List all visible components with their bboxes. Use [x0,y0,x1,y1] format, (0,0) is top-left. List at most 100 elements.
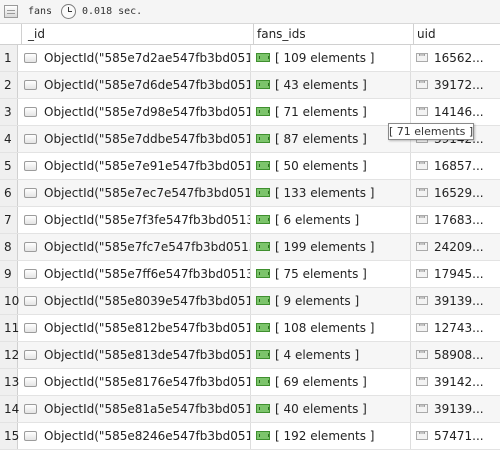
table-row[interactable]: 15 ObjectId("585e8246e547fb3bd05135... [ 1… [0,423,500,450]
cell-uid[interactable]: "" 17683... [413,207,500,233]
cell-id[interactable]: ObjectId("585e7f3fe547fb3bd051327... [21,207,251,233]
table-row[interactable]: 11 ObjectId("585e812be547fb3bd05133... [ 1… [0,315,500,342]
cell-uid-text: 17945... [434,267,484,281]
table-icon [4,5,18,18]
cell-uid[interactable]: "" 17945... [413,261,500,287]
column-header-uid[interactable]: uid [413,24,500,45]
cell-id[interactable]: ObjectId("585e81a5e547fb3bd05133... [21,396,251,422]
query-toolbar: fans 0.018 sec. [0,0,500,24]
table-row[interactable]: 1 ObjectId("585e7d2ae547fb3bd0512e... [ 10… [0,45,500,72]
cell-uid[interactable]: "" 16857... [413,153,500,179]
cell-id[interactable]: ObjectId("585e7ff6e547fb3bd05132e... [21,261,251,287]
table-row[interactable]: 5 ObjectId("585e7e91e547fb3bd05130... [ 50… [0,153,500,180]
cell-uid[interactable]: "" 16562... [413,45,500,71]
array-icon [256,80,270,89]
cell-uid[interactable]: "" 12743... [413,315,500,341]
cell-fans-ids[interactable]: [ 6 elements ] [253,207,411,233]
table-row[interactable]: 7 ObjectId("585e7f3fe547fb3bd051327... [ 6… [0,207,500,234]
cell-id[interactable]: ObjectId("585e813de547fb3bd05133... [21,342,251,368]
cell-tooltip: [ 71 elements ] [388,123,474,140]
table-row[interactable]: 12 ObjectId("585e813de547fb3bd05133... [ 4… [0,342,500,369]
cell-fans-ids-text: [ 50 elements ] [275,159,367,173]
array-icon [256,188,270,197]
cell-fans-ids[interactable]: [ 133 elements ] [253,180,411,206]
cell-fans-ids-text: [ 109 elements ] [275,51,375,65]
cell-fans-ids[interactable]: [ 199 elements ] [253,234,411,260]
cell-uid-text: 57471... [434,429,484,443]
array-icon [256,215,270,224]
cell-id[interactable]: ObjectId("585e7d2ae547fb3bd0512e... [21,45,251,71]
string-icon: "" [416,53,428,62]
cell-id[interactable]: ObjectId("585e8246e547fb3bd05135... [21,423,251,449]
table-row[interactable]: 14 ObjectId("585e81a5e547fb3bd05133... [ 4… [0,396,500,423]
cell-id[interactable]: ObjectId("585e812be547fb3bd05133... [21,315,251,341]
cell-id[interactable]: ObjectId("585e7e91e547fb3bd05130... [21,153,251,179]
cell-id-text: ObjectId("585e81a5e547fb3bd05133... [44,402,251,416]
cell-fans-ids[interactable]: [ 9 elements ] [253,288,411,314]
object-icon [24,187,37,198]
collection-name[interactable]: fans [28,6,52,17]
cell-fans-ids[interactable]: [ 71 elements ] [253,99,411,125]
table-row[interactable]: 9 ObjectId("585e7ff6e547fb3bd05132e... [ 7… [0,261,500,288]
row-number: 1 [0,45,18,71]
table-row[interactable]: 6 ObjectId("585e7ec7e547fb3bd05130... [ 13… [0,180,500,207]
array-icon [256,107,270,116]
object-icon [24,376,37,387]
cell-id[interactable]: ObjectId("585e7fc7e547fb3bd05132d... [21,234,251,260]
string-icon: "" [416,107,428,116]
cell-id[interactable]: ObjectId("585e7ddbe547fb3bd0512e... [21,126,251,152]
row-number: 13 [0,369,19,395]
cell-uid[interactable]: "" 57471... [413,423,500,449]
string-icon: "" [416,404,428,413]
cell-uid-text: 17683... [434,213,484,227]
object-icon [24,241,37,252]
cell-fans-ids[interactable]: [ 69 elements ] [253,369,411,395]
cell-uid[interactable]: "" 39139... [413,288,500,314]
string-icon: "" [416,296,428,305]
cell-uid[interactable]: "" 39142... [413,369,500,395]
cell-uid[interactable]: "" 14146... [413,99,500,125]
cell-id[interactable]: ObjectId("585e7d98e547fb3bd0512e... [21,99,251,125]
row-number: 6 [0,180,18,206]
table-row[interactable]: 10 ObjectId("585e8039e547fb3bd05133... [ 9… [0,288,500,315]
cell-fans-ids[interactable]: [ 75 elements ] [253,261,411,287]
column-header-id[interactable]: _id [21,24,253,45]
column-header-fans-ids[interactable]: fans_ids [253,24,413,45]
cell-uid-text: 14146... [434,105,484,119]
cell-fans-ids-text: [ 108 elements ] [275,321,375,335]
cell-fans-ids[interactable]: [ 109 elements ] [253,45,411,71]
cell-id[interactable]: ObjectId("585e7ec7e547fb3bd05130... [21,180,251,206]
cell-uid[interactable]: "" 39172... [413,72,500,98]
array-icon [256,404,270,413]
table-row[interactable]: 13 ObjectId("585e8176e547fb3bd05133... [ 6… [0,369,500,396]
row-number: 5 [0,153,18,179]
table-row[interactable]: 8 ObjectId("585e7fc7e547fb3bd05132d... [ 1… [0,234,500,261]
cell-uid[interactable]: "" 24209... [413,234,500,260]
object-icon [24,214,37,225]
cell-fans-ids[interactable]: [ 108 elements ] [253,315,411,341]
object-icon [24,106,37,117]
cell-fans-ids[interactable]: [ 192 elements ] [253,423,411,449]
cell-uid[interactable]: "" 16529... [413,180,500,206]
cell-fans-ids[interactable]: [ 4 elements ] [253,342,411,368]
cell-fans-ids[interactable]: [ 43 elements ] [253,72,411,98]
array-icon [256,134,270,143]
string-icon: "" [416,242,428,251]
cell-fans-ids-text: [ 199 elements ] [275,240,375,254]
cell-uid[interactable]: "" 58908... [413,342,500,368]
cell-id[interactable]: ObjectId("585e8176e547fb3bd05133... [21,369,251,395]
cell-uid-text: 12743... [434,321,484,335]
cell-id[interactable]: ObjectId("585e8039e547fb3bd05133... [21,288,251,314]
string-icon: "" [416,161,428,170]
cell-fans-ids[interactable]: [ 40 elements ] [253,396,411,422]
cell-id[interactable]: ObjectId("585e7d6de547fb3bd0512e... [21,72,251,98]
string-icon: "" [416,323,428,332]
cell-uid[interactable]: "" 39139... [413,396,500,422]
table-row[interactable]: 3 ObjectId("585e7d98e547fb3bd0512e... [ 71… [0,99,500,126]
table-row[interactable]: 2 ObjectId("585e7d6de547fb3bd0512e... [ 43… [0,72,500,99]
row-number: 12 [0,342,19,368]
cell-fans-ids[interactable]: [ 50 elements ] [253,153,411,179]
array-icon [256,377,270,386]
cell-fans-ids-text: [ 43 elements ] [275,78,367,92]
grid-header: _id fans_ids uid [0,24,500,45]
